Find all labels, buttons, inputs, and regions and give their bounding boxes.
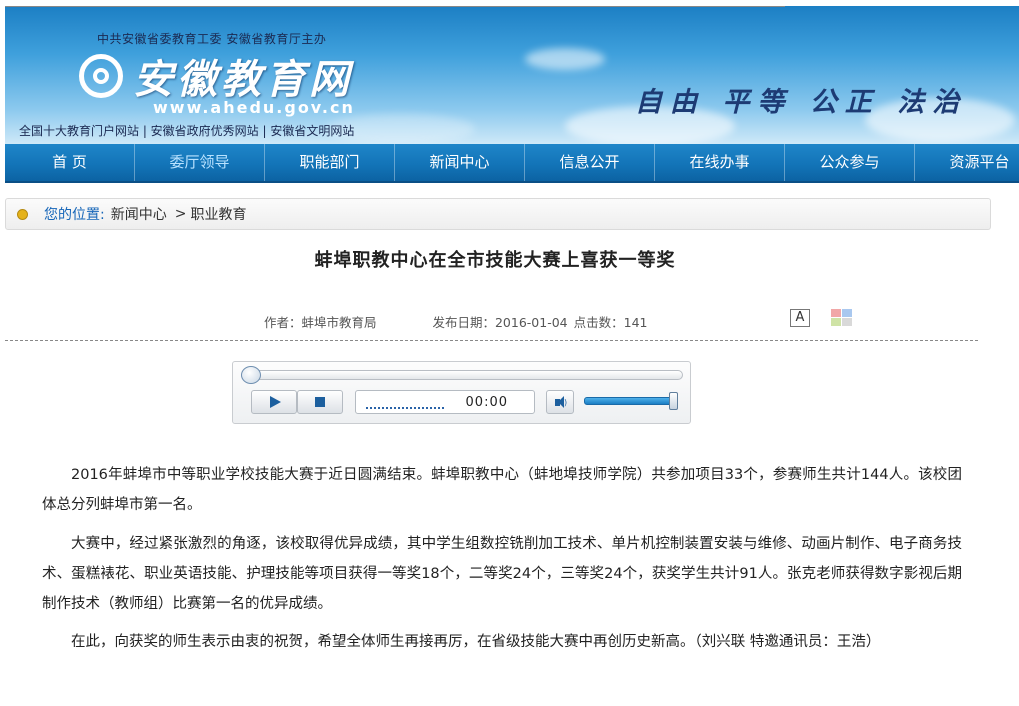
volume-handle[interactable] (669, 392, 678, 410)
breadcrumb-vocational[interactable]: 职业教育 (190, 204, 246, 224)
article-date: 发布日期：2016-01-04 (432, 315, 568, 330)
nav-item-online-services[interactable]: 在线办事 (655, 144, 785, 181)
seek-bar[interactable] (241, 366, 683, 384)
breadcrumb-label: 您的位置: (44, 207, 105, 223)
seek-handle[interactable] (241, 366, 261, 384)
nav-item-resources[interactable]: 资源平台 (915, 144, 1019, 181)
mute-button[interactable]: ) (546, 390, 574, 414)
speaker-icon (555, 396, 564, 408)
stop-button[interactable] (297, 390, 343, 414)
nav-item-public-participation[interactable]: 公众参与 (785, 144, 915, 181)
time-display: 00:00 (355, 390, 535, 414)
nav-item-info-disclosure[interactable]: 信息公开 (525, 144, 655, 181)
site-honors: 全国十大教育门户网站 | 安徽省政府优秀网站 | 安徽省文明网站 (19, 124, 355, 138)
main-nav: 首 页 委厅领导 职能部门 新闻中心 信息公开 在线办事 公众参与 资源平台 (5, 144, 1019, 183)
article-title: 蚌埠职教中心在全市技能大赛上喜获一等奖 (314, 250, 676, 271)
site-banner: 中共安徽省委教育工委 安徽省教育厅主办 安徽教育网 www.ahedu.gov.… (5, 6, 1019, 144)
slogan: 自由 平等 公正 法治 (635, 87, 968, 118)
sponsor-text: 中共安徽省委教育工委 安徽省教育厅主办 (97, 32, 327, 46)
at-logo-icon (79, 54, 123, 98)
article-meta: 作者：蚌埠市教育局 发布日期：2016-01-04 点击数：141 (264, 312, 649, 331)
site-name: 安徽教育网 (133, 56, 353, 103)
buffer-indicator (366, 407, 444, 409)
font-size-button[interactable]: A (790, 309, 810, 327)
nav-item-departments[interactable]: 职能部门 (265, 144, 395, 181)
top-border (5, 6, 785, 7)
site-url: www.ahedu.gov.cn (153, 98, 355, 117)
bullet-icon (17, 208, 28, 220)
article-paragraph-2: 大赛中，经过紧张激烈的角逐，该校取得优异成绩，其中学生组数控铣削加工技术、单片机… (42, 536, 962, 612)
nav-item-home[interactable]: 首 页 (5, 144, 135, 181)
article-hits: 点击数：141 (573, 315, 648, 330)
volume-slider[interactable] (584, 392, 678, 410)
audio-player: 00:00 ) (232, 361, 691, 424)
breadcrumb-news[interactable]: 新闻中心 (111, 204, 167, 224)
nav-item-news[interactable]: 新闻中心 (395, 144, 525, 181)
article-paragraph-3: 在此，向获奖的师生表示由衷的祝贺，希望全体师生再接再厉，在省级技能大赛中再创历史… (71, 634, 881, 650)
time-readout: 00:00 (465, 395, 508, 410)
site-logo[interactable]: 安徽教育网 (79, 48, 353, 104)
nav-item-leaders[interactable]: 委厅领导 (135, 144, 265, 181)
color-scheme-icon[interactable] (831, 309, 852, 327)
breadcrumb-separator: > (174, 206, 187, 222)
meta-divider (5, 340, 978, 341)
play-button[interactable] (251, 390, 297, 414)
breadcrumb: 您的位置: 新闻中心 > 职业教育 (5, 198, 991, 230)
article-paragraph-1: 2016年蚌埠市中等职业学校技能大赛于近日圆满结束。蚌埠职教中心（蚌地埠技师学院… (42, 467, 962, 513)
article-author: 作者：蚌埠市教育局 (264, 315, 377, 330)
